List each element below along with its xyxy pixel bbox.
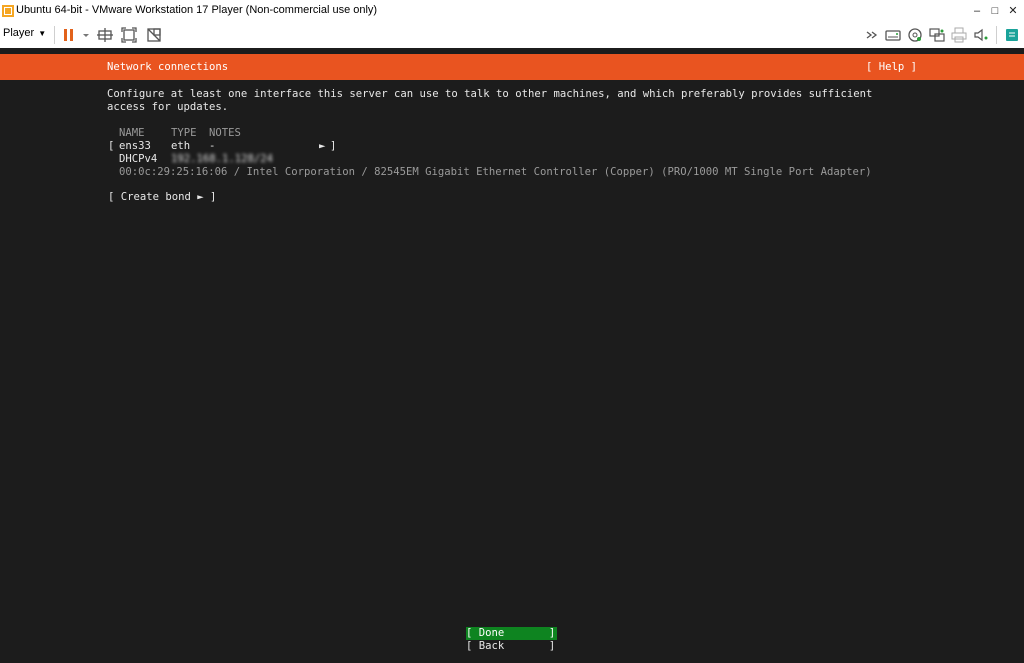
minimize-button[interactable]: –: [968, 3, 986, 19]
vm-screen[interactable]: Network connections [ Help ] Configure a…: [0, 48, 1024, 663]
column-header-type: TYPE: [171, 127, 197, 139]
unity-icon[interactable]: [145, 26, 163, 44]
player-menu-label: Player: [3, 27, 35, 39]
back-button[interactable]: [ Back ]: [466, 640, 557, 653]
notes-icon[interactable]: [1003, 26, 1021, 44]
interface-name: ens33: [119, 140, 151, 152]
sound-icon[interactable]: [972, 26, 990, 44]
pause-dropdown-icon[interactable]: [77, 26, 89, 44]
interface-type: eth: [171, 140, 191, 152]
network-adapter-icon[interactable]: [928, 26, 946, 44]
player-toolbar: Player ▼: [0, 22, 1024, 49]
removable-devices-icon[interactable]: [884, 26, 902, 44]
full-screen-icon[interactable]: [120, 26, 138, 44]
interface-notes: -: [209, 140, 216, 152]
close-button[interactable]: ✕: [1004, 3, 1022, 19]
done-button[interactable]: [ Done ]: [466, 627, 557, 640]
hardware-info: 00:0c:29:25:16:06 / Intel Corporation / …: [119, 166, 872, 178]
chevron-right-icon: ►: [319, 140, 326, 152]
column-header-name: NAME: [119, 127, 145, 139]
intro-text-line-2: access for updates.: [107, 101, 229, 113]
vmware-app-icon: [2, 5, 14, 17]
toolbar-divider: [54, 26, 55, 44]
maximize-button[interactable]: □: [986, 3, 1004, 19]
interface-close-bracket: ]: [330, 140, 337, 152]
player-menu-button[interactable]: Player ▼: [3, 27, 46, 39]
help-button[interactable]: [ Help ]: [866, 61, 917, 73]
chevron-down-icon: ▼: [38, 29, 47, 38]
printer-icon[interactable]: [950, 26, 968, 44]
page-title: Network connections: [107, 61, 229, 73]
send-ctrl-alt-del-icon[interactable]: [96, 26, 114, 44]
interface-open-bracket: [: [108, 140, 115, 152]
window-titlebar: Ubuntu 64-bit - VMware Workstation 17 Pl…: [0, 0, 1024, 23]
pause-icon[interactable]: [60, 26, 78, 44]
message-log-icon[interactable]: [864, 26, 882, 44]
dhcp-address: 192.168.1.128/24: [171, 153, 274, 165]
cd-drive-icon[interactable]: [906, 26, 924, 44]
toolbar-divider: [996, 26, 997, 44]
create-bond-button[interactable]: [ Create bond ► ]: [108, 191, 216, 203]
dhcp-label: DHCPv4: [119, 153, 158, 165]
window-title: Ubuntu 64-bit - VMware Workstation 17 Pl…: [16, 4, 378, 16]
column-header-notes: NOTES: [209, 127, 241, 139]
installer-header: Network connections [ Help ]: [0, 54, 1024, 80]
intro-text-line-1: Configure at least one interface this se…: [107, 88, 873, 100]
